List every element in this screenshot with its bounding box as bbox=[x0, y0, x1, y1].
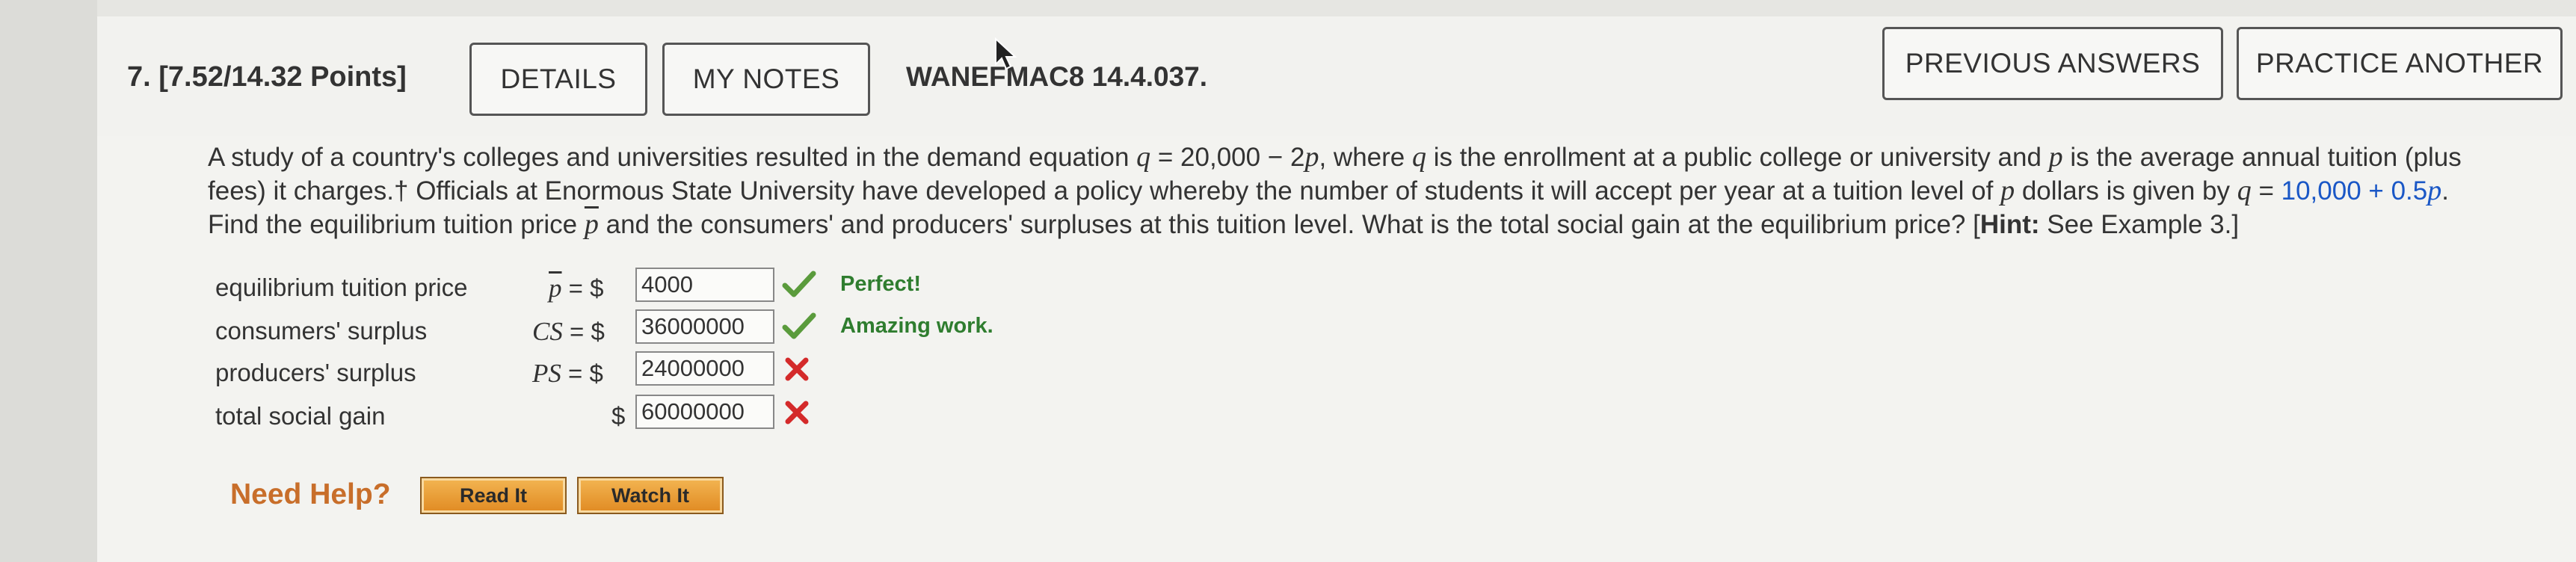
answer-symbol-dollar: $ bbox=[611, 402, 626, 430]
answer-label-producers-surplus: producers' surplus bbox=[215, 359, 416, 386]
feedback-consumers-surplus: Amazing work. bbox=[840, 314, 993, 338]
p-bar-symbol: p bbox=[584, 209, 599, 240]
question-label: 7. [7.52/14.32 Points] bbox=[127, 61, 407, 93]
watch-it-button[interactable]: Watch It bbox=[577, 477, 724, 514]
answer-label-equilibrium-price: equilibrium tuition price bbox=[215, 274, 468, 301]
practice-another-button[interactable]: PRACTICE ANOTHER bbox=[2237, 27, 2563, 100]
read-it-button[interactable]: Read It bbox=[420, 477, 567, 514]
problem-line-1: A study of a country's colleges and univ… bbox=[208, 141, 2462, 173]
previous-answers-button[interactable]: PREVIOUS ANSWERS bbox=[1882, 27, 2223, 100]
answer-symbol-p-bar: p = $ bbox=[549, 274, 604, 303]
answer-label-consumers-surplus: consumers' surplus bbox=[215, 317, 428, 345]
total-social-gain-input[interactable]: 60000000 bbox=[635, 395, 774, 429]
answer-label-total-social-gain: total social gain bbox=[215, 402, 386, 430]
producers-surplus-input[interactable]: 24000000 bbox=[635, 351, 774, 386]
answer-symbol-ps: PS = $ bbox=[532, 359, 603, 388]
need-help-label: Need Help? bbox=[230, 478, 391, 510]
problem-line-3: Find the equilibrium tuition price p and… bbox=[208, 209, 2240, 240]
mouse-cursor-icon bbox=[995, 37, 1017, 70]
my-notes-button[interactable]: MY NOTES bbox=[662, 43, 870, 116]
question-reference: WANEFMAC8 14.4.037. bbox=[906, 61, 1208, 92]
check-icon bbox=[782, 271, 816, 297]
feedback-equilibrium-price: Perfect! bbox=[840, 272, 921, 296]
top-divider bbox=[97, 0, 2576, 16]
cross-icon bbox=[785, 401, 809, 424]
details-button[interactable]: DETAILS bbox=[469, 43, 647, 116]
supply-equation: 10,000 + 0.5p bbox=[2281, 175, 2442, 206]
cross-icon bbox=[785, 357, 809, 381]
check-icon bbox=[782, 312, 816, 339]
problem-line-2: fees) it charges.† Officials at Enormous… bbox=[208, 175, 2449, 206]
answer-symbol-cs: CS = $ bbox=[532, 317, 605, 346]
equilibrium-price-input[interactable]: 4000 bbox=[635, 268, 774, 302]
consumers-surplus-input[interactable]: 36000000 bbox=[635, 309, 774, 344]
problem-statement: A study of a country's colleges and univ… bbox=[208, 140, 2525, 241]
